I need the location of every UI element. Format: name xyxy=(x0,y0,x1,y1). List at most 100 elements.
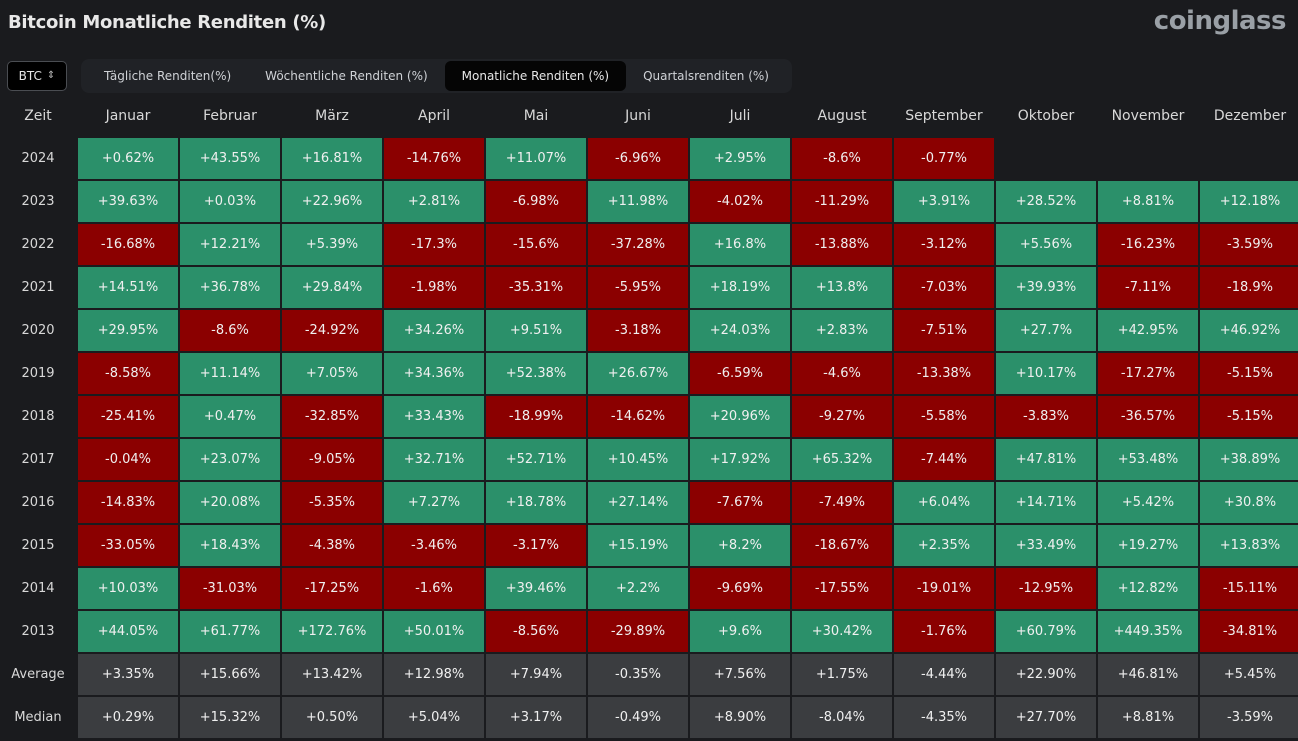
return-cell: -3.59% xyxy=(1200,224,1298,265)
return-cell: -24.92% xyxy=(282,310,382,351)
column-header-month: Oktober xyxy=(1017,107,1075,124)
return-cell: -17.27% xyxy=(1098,353,1198,394)
summary-cell: +15.32% xyxy=(180,697,280,738)
return-cell: -32.85% xyxy=(282,396,382,437)
summary-cell: +27.70% xyxy=(996,697,1096,738)
return-cell: +9.51% xyxy=(486,310,586,351)
return-cell: +172.76% xyxy=(282,611,382,652)
return-cell: +18.43% xyxy=(180,525,280,566)
return-cell: +60.79% xyxy=(996,611,1096,652)
return-cell: +2.81% xyxy=(384,181,484,222)
return-cell: -4.02% xyxy=(690,181,790,222)
empty-cell xyxy=(996,138,1096,179)
summary-cell: +0.29% xyxy=(78,697,178,738)
summary-cell: +22.90% xyxy=(996,654,1096,695)
return-cell: +2.35% xyxy=(894,525,994,566)
return-cell: +16.81% xyxy=(282,138,382,179)
tab-wöchentliche-renditen[interactable]: Wöchentliche Renditen (%) xyxy=(248,61,444,91)
return-cell: +2.2% xyxy=(588,568,688,609)
return-cell: +10.03% xyxy=(78,568,178,609)
return-cell: -4.38% xyxy=(282,525,382,566)
return-cell: -36.57% xyxy=(1098,396,1198,437)
return-cell: +10.17% xyxy=(996,353,1096,394)
summary-cell: +15.66% xyxy=(180,654,280,695)
return-cell: -4.6% xyxy=(792,353,892,394)
return-cell: +44.05% xyxy=(78,611,178,652)
return-cell: -15.6% xyxy=(486,224,586,265)
summary-cell: +8.81% xyxy=(1098,697,1198,738)
return-cell: -0.04% xyxy=(78,439,178,480)
return-cell: -14.62% xyxy=(588,396,688,437)
return-cell: +29.95% xyxy=(78,310,178,351)
return-cell: -7.11% xyxy=(1098,267,1198,308)
return-cell: +11.07% xyxy=(486,138,586,179)
return-cell: -18.67% xyxy=(792,525,892,566)
row-label-year: 2013 xyxy=(21,624,55,639)
coin-select-value: BTC xyxy=(18,69,42,83)
summary-cell: -0.35% xyxy=(588,654,688,695)
return-cell: +8.2% xyxy=(690,525,790,566)
return-cell: +39.63% xyxy=(78,181,178,222)
tab-tägliche-renditen[interactable]: Tägliche Renditen(%) xyxy=(87,61,248,91)
return-cell: -14.83% xyxy=(78,482,178,523)
coin-select[interactable]: BTC ⇕ xyxy=(7,61,67,91)
return-cell: +2.95% xyxy=(690,138,790,179)
column-header-month: Juli xyxy=(729,107,751,124)
row-label-year: 2021 xyxy=(21,280,55,295)
return-cell: -18.9% xyxy=(1200,267,1298,308)
return-cell: +11.14% xyxy=(180,353,280,394)
return-cell: -1.98% xyxy=(384,267,484,308)
return-cell: -9.27% xyxy=(792,396,892,437)
return-cell: +0.03% xyxy=(180,181,280,222)
return-cell: +47.81% xyxy=(996,439,1096,480)
tab-quartalsrenditen[interactable]: Quartalsrenditen (%) xyxy=(626,61,786,91)
return-cell: +20.08% xyxy=(180,482,280,523)
return-cell: +18.19% xyxy=(690,267,790,308)
coinglass-logo: coinglass xyxy=(1153,6,1287,36)
return-cell: +22.96% xyxy=(282,181,382,222)
row-label-year: 2017 xyxy=(21,452,55,467)
return-cell: -13.38% xyxy=(894,353,994,394)
return-cell: +18.78% xyxy=(486,482,586,523)
return-cell: -5.58% xyxy=(894,396,994,437)
return-cell: +3.91% xyxy=(894,181,994,222)
column-header-month: Januar xyxy=(105,107,151,124)
period-tabs: Tägliche Renditen(%) Wöchentliche Rendite… xyxy=(81,59,792,93)
row-label-year: 2020 xyxy=(21,323,55,338)
return-cell: +34.26% xyxy=(384,310,484,351)
summary-cell: +3.35% xyxy=(78,654,178,695)
return-cell: +39.46% xyxy=(486,568,586,609)
row-label-year: 2016 xyxy=(21,495,55,510)
return-cell: +30.8% xyxy=(1200,482,1298,523)
return-cell: -5.15% xyxy=(1200,396,1298,437)
return-cell: -3.46% xyxy=(384,525,484,566)
column-header-month: September xyxy=(905,107,983,124)
return-cell: +5.56% xyxy=(996,224,1096,265)
return-cell: -17.55% xyxy=(792,568,892,609)
return-cell: -16.23% xyxy=(1098,224,1198,265)
return-cell: -3.12% xyxy=(894,224,994,265)
return-cell: +12.82% xyxy=(1098,568,1198,609)
return-cell: -7.51% xyxy=(894,310,994,351)
row-label-year: 2024 xyxy=(21,151,55,166)
return-cell: +38.89% xyxy=(1200,439,1298,480)
return-cell: +19.27% xyxy=(1098,525,1198,566)
return-cell: +34.36% xyxy=(384,353,484,394)
return-cell: +53.48% xyxy=(1098,439,1198,480)
return-cell: +0.47% xyxy=(180,396,280,437)
return-cell: +32.71% xyxy=(384,439,484,480)
row-label-median: Median xyxy=(14,710,62,725)
return-cell: +14.51% xyxy=(78,267,178,308)
summary-cell: +7.94% xyxy=(486,654,586,695)
return-cell: +50.01% xyxy=(384,611,484,652)
return-cell: +52.71% xyxy=(486,439,586,480)
return-cell: +449.35% xyxy=(1098,611,1198,652)
return-cell: -3.17% xyxy=(486,525,586,566)
summary-cell: +13.42% xyxy=(282,654,382,695)
return-cell: -14.76% xyxy=(384,138,484,179)
tab-monatliche-renditen[interactable]: Monatliche Renditen (%) xyxy=(444,61,627,91)
summary-cell: -0.49% xyxy=(588,697,688,738)
return-cell: -29.89% xyxy=(588,611,688,652)
return-cell: -6.98% xyxy=(486,181,586,222)
return-cell: +61.77% xyxy=(180,611,280,652)
